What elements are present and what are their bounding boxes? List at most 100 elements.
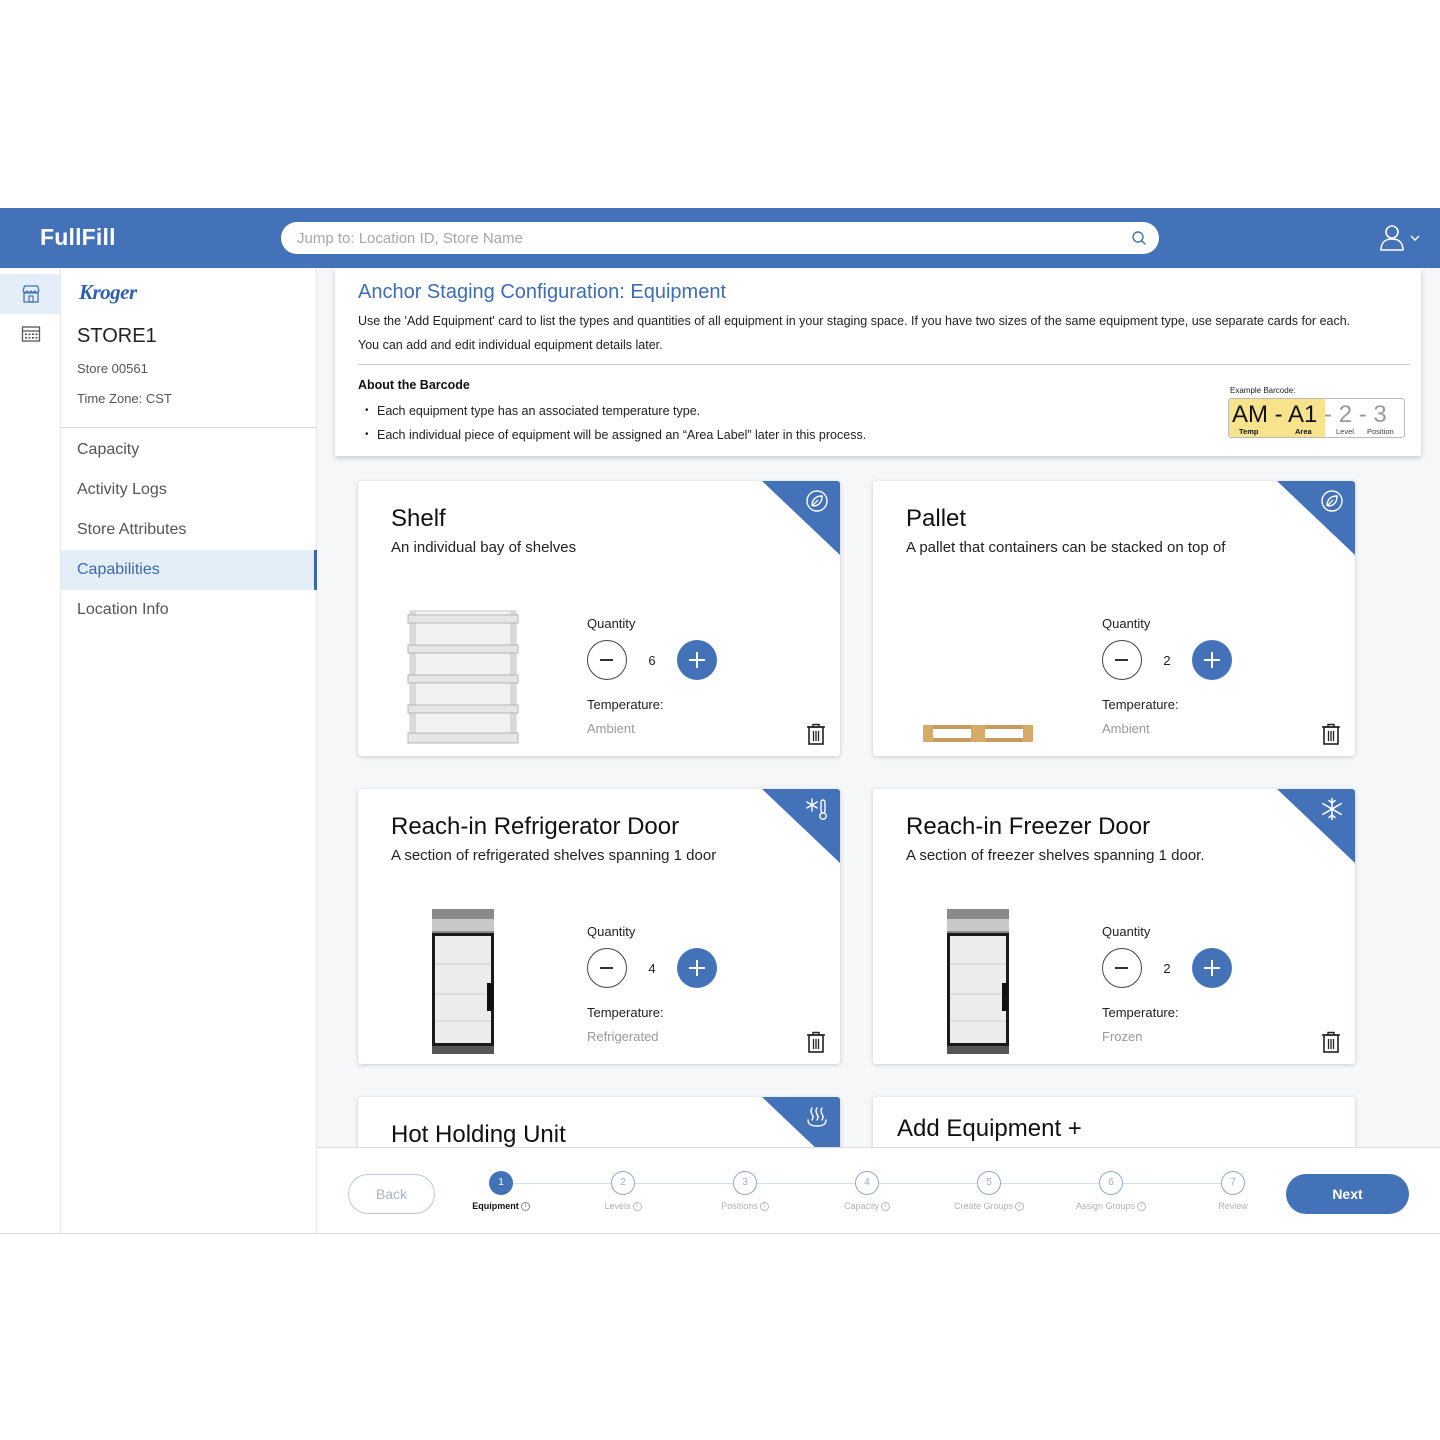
barcode-label-area: Area	[1295, 427, 1312, 436]
barcode-caption: Example Barcode:	[1230, 386, 1296, 395]
pallet-image	[923, 725, 1033, 742]
rail-calendar[interactable]	[0, 314, 61, 354]
quantity-label: Quantity	[1102, 924, 1151, 939]
back-button[interactable]: Back	[348, 1174, 435, 1214]
quantity-decrement-button[interactable]	[587, 640, 627, 680]
quantity-decrement-button[interactable]	[1102, 948, 1142, 988]
add-equipment-label[interactable]: Add Equipment +	[897, 1115, 1082, 1143]
equipment-card-pallet: Pallet A pallet that containers can be s…	[873, 481, 1355, 756]
trash-icon[interactable]	[806, 723, 826, 745]
info-icon[interactable]: i	[632, 1202, 642, 1212]
brand-logo[interactable]: FullFill	[40, 224, 116, 251]
barcode-area: A1	[1288, 401, 1318, 428]
temperature-label: Temperature:	[587, 1005, 664, 1020]
sidebar-item-location-info[interactable]: Location Info	[61, 590, 317, 630]
next-button[interactable]: Next	[1286, 1174, 1409, 1214]
info-icon[interactable]: i	[1015, 1202, 1025, 1212]
app-window: FullFill Jump to: Location ID, Store Nam…	[0, 208, 1440, 1234]
quantity-decrement-button[interactable]	[1102, 640, 1142, 680]
about-barcode-list: Each equipment type has an associated te…	[365, 399, 866, 447]
quantity-value: 2	[1163, 653, 1171, 668]
sidebar: Kroger STORE1 Store 00561 Time Zone: CST…	[61, 268, 317, 1233]
step-number: 6	[1099, 1171, 1123, 1195]
step-number: 1	[489, 1171, 513, 1195]
sidebar-item-store-attributes[interactable]: Store Attributes	[61, 510, 317, 550]
shelf-image	[407, 610, 519, 744]
barcode-label-position: Position	[1367, 427, 1394, 436]
step-number: 3	[733, 1171, 757, 1195]
temperature-label: Temperature:	[1102, 1005, 1179, 1020]
search-input[interactable]	[297, 222, 1117, 254]
quantity-label: Quantity	[587, 924, 636, 939]
step-number: 7	[1221, 1171, 1245, 1195]
step-review[interactable]: 7 Review	[1178, 1171, 1288, 1211]
freezer-door-image	[947, 909, 1009, 1054]
temperature-value: Refrigerated	[587, 1029, 659, 1044]
info-icon[interactable]: i	[881, 1202, 890, 1212]
snowflake-icon	[1322, 797, 1342, 821]
step-label: Capacity	[843, 1201, 879, 1211]
sidebar-item-activity-logs[interactable]: Activity Logs	[61, 470, 317, 510]
search-icon[interactable]	[1131, 230, 1147, 246]
temperature-value: Frozen	[1102, 1029, 1143, 1044]
quantity-increment-button[interactable]	[1192, 640, 1232, 680]
quantity-label: Quantity	[587, 616, 636, 631]
barcode-label-level: Level	[1336, 427, 1354, 436]
trash-icon[interactable]	[1321, 723, 1341, 745]
search-bar[interactable]	[281, 222, 1159, 254]
quantity-increment-button[interactable]	[677, 640, 717, 680]
step-assign-groups[interactable]: 6 Assign Groups i	[1056, 1171, 1166, 1212]
sidebar-item-capacity[interactable]: Capacity	[61, 430, 317, 470]
user-icon[interactable]	[1378, 224, 1424, 252]
card-title: Pallet	[906, 505, 967, 532]
info-divider	[358, 364, 1410, 365]
step-label: Assign Groups	[1075, 1201, 1136, 1211]
store-name: STORE1	[77, 325, 157, 347]
step-label: Equipment	[472, 1201, 519, 1211]
card-description: An individual bay of shelves	[391, 539, 577, 556]
wizard-footer: Back 1 Equipment i 2 Levels i 3 Positions i…	[317, 1147, 1440, 1233]
temperature-value: Ambient	[587, 721, 635, 736]
step-number: 5	[977, 1171, 1001, 1195]
store-logo: Kroger	[79, 280, 137, 304]
temperature-label: Temperature:	[587, 697, 664, 712]
temperature-value: Ambient	[1102, 721, 1150, 736]
equipment-card-freezer-door: Reach-in Freezer Door A section of freez…	[873, 789, 1355, 1064]
step-capacity[interactable]: 4 Capacity i	[812, 1171, 922, 1212]
quantity-label: Quantity	[1102, 616, 1151, 631]
barcode-temp: AM	[1232, 401, 1268, 428]
card-title: Reach-in Freezer Door	[906, 813, 1151, 840]
card-title: Hot Holding Unit	[391, 1121, 566, 1148]
refrigerator-door-image	[432, 909, 494, 1054]
trash-icon[interactable]	[1321, 1031, 1341, 1053]
card-description: A section of refrigerated shelves spanni…	[391, 847, 717, 864]
rail-store[interactable]	[0, 274, 61, 314]
store-timezone: Time Zone: CST	[77, 391, 172, 406]
step-positions[interactable]: 3 Positions i	[690, 1171, 800, 1212]
user-menu[interactable]	[1378, 224, 1424, 252]
step-create-groups[interactable]: 5 Create Groups i	[934, 1171, 1044, 1212]
trash-icon[interactable]	[806, 1031, 826, 1053]
step-levels[interactable]: 2 Levels i	[568, 1171, 678, 1212]
step-label: Levels	[604, 1201, 631, 1211]
quantity-increment-button[interactable]	[1192, 948, 1232, 988]
barcode-sep: -	[1274, 401, 1283, 428]
quantity-value: 6	[648, 653, 656, 668]
card-description: A section of freezer shelves spanning 1 …	[906, 847, 1205, 864]
sidebar-item-capabilities[interactable]: Capabilities	[61, 550, 317, 590]
info-icon[interactable]: i	[1137, 1202, 1147, 1212]
page-description: Use the 'Add Equipment' card to list the…	[358, 314, 1351, 352]
barcode-level: 2	[1338, 401, 1353, 428]
step-number: 4	[855, 1171, 879, 1195]
quantity-value: 2	[1163, 961, 1171, 976]
info-icon[interactable]: i	[520, 1202, 530, 1212]
barcode-sep: -	[1324, 401, 1333, 428]
quantity-increment-button[interactable]	[677, 948, 717, 988]
quantity-decrement-button[interactable]	[587, 948, 627, 988]
icon-rail	[0, 268, 61, 1233]
sidebar-divider	[61, 427, 317, 428]
leaf-icon	[1321, 490, 1343, 512]
equipment-card-refrigerator-door: Reach-in Refrigerator Door A section of …	[358, 789, 840, 1064]
step-equipment[interactable]: 1 Equipment i	[446, 1171, 556, 1212]
info-icon[interactable]: i	[759, 1202, 769, 1212]
